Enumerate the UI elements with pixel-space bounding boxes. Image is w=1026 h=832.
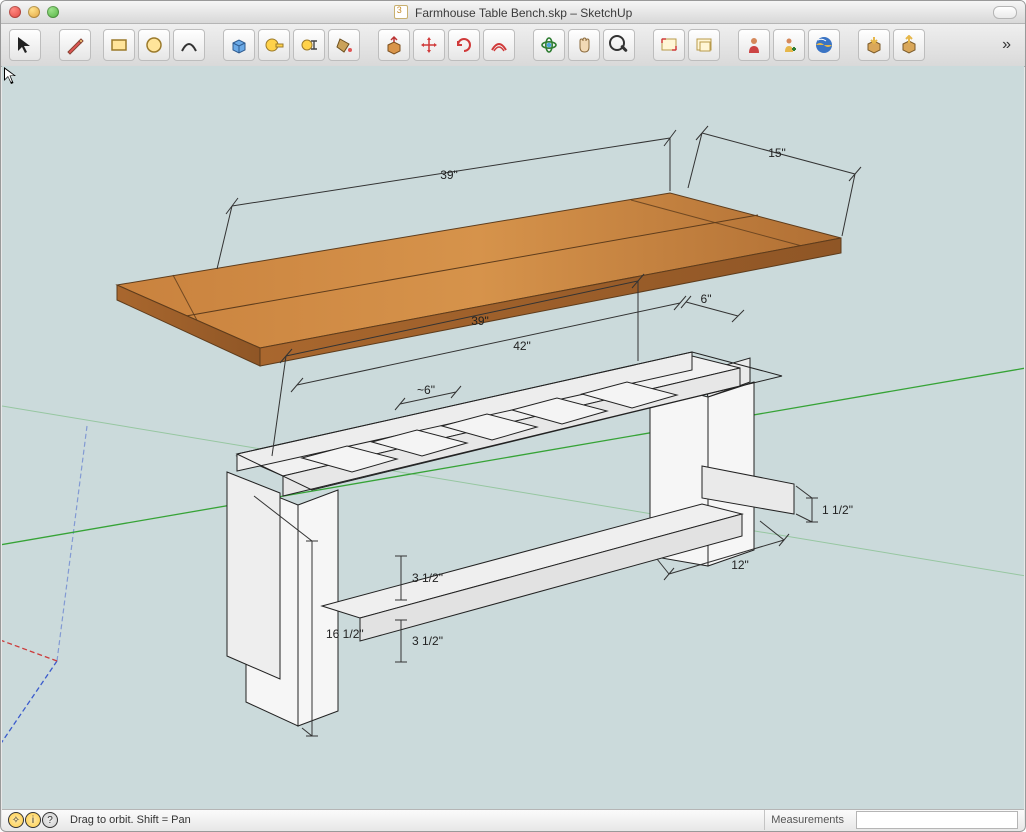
move-tool[interactable] <box>413 29 445 61</box>
main-toolbar: » <box>1 24 1025 67</box>
location-icon <box>779 35 799 55</box>
zoom-extents-tool[interactable] <box>653 29 685 61</box>
paint-bucket-icon <box>334 35 354 55</box>
svg-text:3 1/2": 3 1/2" <box>412 634 443 648</box>
get-models-tool[interactable] <box>858 29 890 61</box>
measurements-input[interactable] <box>856 811 1018 829</box>
pan-tool[interactable] <box>568 29 600 61</box>
share-model-tool[interactable] <box>893 29 925 61</box>
arc-tool[interactable] <box>173 29 205 61</box>
make-component-tool[interactable] <box>223 29 255 61</box>
orbit-tool[interactable] <box>533 29 565 61</box>
paint-bucket-tool[interactable] <box>328 29 360 61</box>
svg-text:6": 6" <box>701 292 712 306</box>
dim-frame-end: 6" <box>681 292 744 322</box>
status-hint: Drag to orbit. Shift = Pan <box>64 814 764 826</box>
push-pull-icon <box>384 35 404 55</box>
person-icon <box>744 35 764 55</box>
rotate-tool[interactable] <box>448 29 480 61</box>
rectangle-tool[interactable] <box>103 29 135 61</box>
hint-info-icon[interactable]: i <box>25 812 41 828</box>
rectangle-icon <box>109 35 129 55</box>
circle-icon <box>144 35 164 55</box>
add-person-tool[interactable] <box>738 29 770 61</box>
tape-measure-icon <box>264 35 284 55</box>
hand-icon <box>574 35 594 55</box>
rotate-icon <box>454 35 474 55</box>
title-pill-icon[interactable] <box>993 6 1017 19</box>
download-box-icon <box>864 35 884 55</box>
window-title: Farmhouse Table Bench.skp – SketchUp <box>1 5 1025 20</box>
cursor-icon <box>15 35 35 55</box>
zoom-extents-icon <box>659 35 679 55</box>
status-icons: ✧ i ? <box>8 812 58 828</box>
status-bar: ✧ i ? Drag to orbit. Shift = Pan Measure… <box>2 809 1024 830</box>
scene-svg: 39" 15" <box>2 66 1024 809</box>
title-bar: Farmhouse Table Bench.skp – SketchUp <box>1 1 1025 24</box>
push-pull-tool[interactable] <box>378 29 410 61</box>
measurements-label: Measurements <box>764 810 850 830</box>
arc-icon <box>179 35 199 55</box>
line-tool[interactable] <box>59 29 91 61</box>
model-viewport[interactable]: 39" 15" <box>2 66 1024 809</box>
svg-text:3 1/2": 3 1/2" <box>412 571 443 585</box>
svg-text:42": 42" <box>513 339 531 353</box>
offset-tool[interactable] <box>483 29 515 61</box>
svg-text:~6": ~6" <box>417 383 435 397</box>
dim-brace: 1 1/2" <box>796 486 853 522</box>
zoom-tool[interactable] <box>603 29 635 61</box>
component-icon <box>229 35 249 55</box>
svg-text:39": 39" <box>471 314 489 328</box>
svg-text:16 1/2": 16 1/2" <box>326 627 364 641</box>
add-location-tool[interactable] <box>773 29 805 61</box>
sketchup-file-icon <box>394 5 408 19</box>
dimension-icon <box>299 35 319 55</box>
previous-view-tool[interactable] <box>688 29 720 61</box>
dimension-tool[interactable] <box>293 29 325 61</box>
svg-text:1 1/2": 1 1/2" <box>822 503 853 517</box>
offset-icon <box>489 35 509 55</box>
google-earth-tool[interactable] <box>808 29 840 61</box>
pencil-icon <box>65 35 85 55</box>
previous-view-icon <box>694 35 714 55</box>
globe-icon <box>814 35 834 55</box>
circle-tool[interactable] <box>138 29 170 61</box>
move-icon <box>419 35 439 55</box>
upload-box-icon <box>899 35 919 55</box>
select-tool[interactable] <box>9 29 41 61</box>
title-appname: SketchUp <box>580 6 632 20</box>
tabletop <box>117 193 841 366</box>
magnifier-icon <box>609 35 629 55</box>
title-filename: Farmhouse Table Bench.skp <box>415 6 567 20</box>
svg-text:12": 12" <box>731 558 749 572</box>
hint-help-icon[interactable]: ? <box>42 812 58 828</box>
app-window: Farmhouse Table Bench.skp – SketchUp <box>0 0 1026 832</box>
tape-measure-tool[interactable] <box>258 29 290 61</box>
orbit-icon <box>539 35 559 55</box>
dim-top-length-label: 39" <box>440 168 458 182</box>
dim-top-width-label: 15" <box>768 146 786 160</box>
toolbar-overflow[interactable]: » <box>996 36 1017 54</box>
hint-bulb-icon[interactable]: ✧ <box>8 812 24 828</box>
